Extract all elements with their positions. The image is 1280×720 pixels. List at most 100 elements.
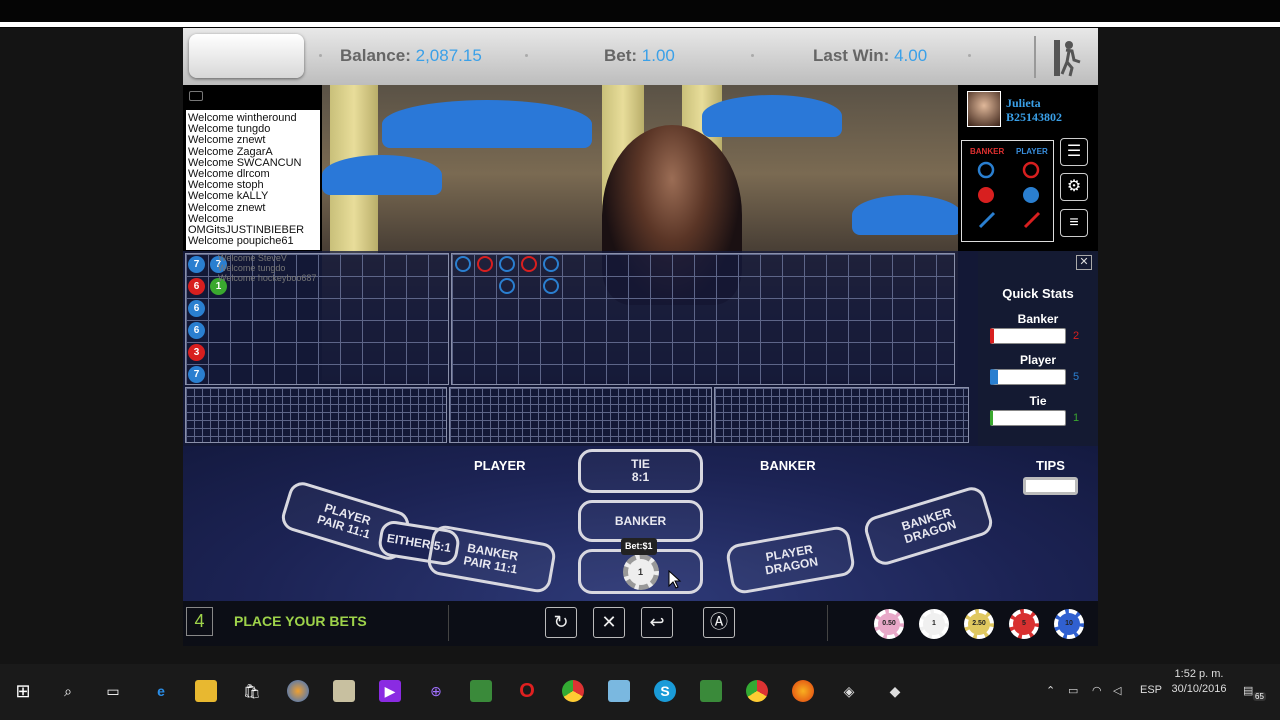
app-icon[interactable] — [333, 680, 355, 702]
wifi-icon[interactable]: ◠ — [1092, 684, 1102, 697]
undo-icon: ↩ — [649, 612, 665, 632]
player-stat-bar — [990, 369, 1066, 385]
app-icon[interactable]: ◆ — [884, 680, 906, 702]
repeat-bet-button[interactable]: ↻ — [545, 607, 577, 638]
close-button[interactable]: ✕ — [1076, 255, 1092, 270]
store-icon[interactable]: 🛍 — [241, 680, 263, 702]
roadmap-panel: 77616637 Welcome SteveV Welcome tungdo W… — [183, 251, 978, 446]
chip-5[interactable]: 5 — [1009, 609, 1039, 639]
chat-overflow: Welcome SteveV Welcome tungdo Welcome ho… — [218, 253, 316, 283]
edge-icon[interactable]: e — [150, 680, 172, 702]
casino-table — [852, 195, 958, 235]
clear-bet-button[interactable]: ✕ — [593, 607, 625, 638]
side-panel: Julieta B25143802 BANKER PLAYER ☰ ⚙ ≡ — [958, 85, 1098, 251]
bet-value: 1.00 — [641, 46, 675, 65]
last-win-value: 4.00 — [894, 46, 928, 65]
settings-button[interactable]: ⚙ — [1060, 173, 1088, 201]
banker-stat-label: Banker — [1017, 312, 1059, 326]
auto-play-icon: Ⓐ — [710, 612, 728, 632]
banker-stat-count: 2 — [1073, 330, 1080, 342]
player-dragon-spot[interactable]: PLAYER DRAGON — [724, 524, 857, 596]
chip-2.50[interactable]: 2.50 — [964, 609, 994, 639]
app-icon[interactable]: ▶ — [379, 680, 401, 702]
chrome-icon[interactable] — [562, 680, 584, 702]
divider-dot — [968, 54, 971, 57]
skype-icon[interactable]: S — [654, 680, 676, 702]
chat-panel: Welcome wintheround Welcome tungdo Welco… — [183, 85, 322, 251]
placed-chip: 1 — [622, 553, 659, 590]
player-bet-spot[interactable]: Bet:$1 1 — [578, 538, 703, 594]
language-indicator[interactable]: ESP — [1140, 684, 1162, 696]
lobby-button[interactable]: ≡ — [1060, 209, 1088, 237]
bead-road-result: 6 — [188, 300, 205, 317]
chip-10[interactable]: 10 — [1054, 609, 1084, 639]
close-icon: ✕ — [601, 612, 617, 632]
tie-stat-bar — [990, 410, 1066, 426]
bet-display: Bet: 1.00 — [604, 46, 675, 66]
app-icon[interactable] — [700, 680, 722, 702]
menu-button[interactable]: ☰ — [1060, 138, 1088, 166]
exit-button[interactable] — [1034, 36, 1088, 78]
task-view-icon[interactable]: ▭ — [102, 680, 124, 702]
player-stat-count: 5 — [1073, 371, 1080, 383]
big-eye-road — [185, 387, 447, 443]
casino-table — [382, 100, 592, 148]
opera-icon[interactable]: O — [516, 680, 538, 702]
quick-stats-panel: ✕ Quick Stats Banker 2 Player 5 Tie 1 — [978, 251, 1098, 446]
big-road-result — [455, 256, 471, 272]
last-win-display: Last Win: 4.00 — [813, 46, 927, 66]
legend-symbols — [977, 161, 1041, 229]
divider-dot — [751, 54, 754, 57]
chat-line: Welcome kALLY — [188, 190, 269, 203]
chat-faded-line: Welcome hockeyboo687 — [218, 273, 317, 283]
window-top-bar — [0, 0, 1280, 28]
tie-stat-label: Tie — [1029, 394, 1047, 408]
chip-stack-icon: ≡ — [1069, 214, 1079, 231]
road-legend: BANKER PLAYER — [961, 140, 1054, 242]
banker-heading: BANKER — [760, 458, 816, 473]
auto-bet-button[interactable]: Ⓐ — [703, 607, 735, 638]
file-explorer-icon[interactable] — [195, 680, 217, 702]
big-road-result — [521, 256, 537, 272]
windows-start-icon[interactable]: ⊞ — [12, 680, 34, 702]
big-road-result — [499, 278, 515, 294]
banker-stat-bar — [990, 328, 1066, 344]
banker-pair-spot[interactable]: BANKER PAIR 11:1 — [425, 523, 558, 595]
globe-icon[interactable]: ⊕ — [425, 680, 447, 702]
chrome-icon[interactable] — [746, 680, 768, 702]
undo-button[interactable]: ↩ — [641, 607, 673, 638]
betting-table: PLAYER BANKER TIPS TIE 8:1 BANKER Bet:$1… — [183, 446, 1098, 601]
app-icon[interactable]: ◈ — [838, 680, 860, 702]
banker-bet-spot[interactable]: BANKER — [578, 500, 703, 542]
notification-icon[interactable]: ▤ — [1243, 684, 1253, 697]
volume-icon[interactable]: ◁ — [1113, 684, 1121, 697]
bottom-bar: 4 PLACE YOUR BETS ↻ ✕ ↩ Ⓐ 0.50 1 2.50 5 10 — [183, 601, 1098, 646]
divider — [448, 605, 449, 641]
tips-button[interactable] — [1023, 477, 1078, 495]
app-icon[interactable] — [608, 680, 630, 702]
big-road-result — [543, 256, 559, 272]
app-icon[interactable] — [287, 680, 309, 702]
notification-count: 65 — [1253, 692, 1266, 701]
chat-icon[interactable] — [189, 91, 203, 101]
firefox-icon[interactable] — [792, 680, 814, 702]
divider-dot — [525, 54, 528, 57]
divider — [827, 605, 828, 641]
app-icon[interactable] — [470, 680, 492, 702]
user-id: B25143802 — [1006, 110, 1063, 124]
clock[interactable]: 1:52 p. m. 30/10/2016 — [1170, 667, 1228, 697]
game-window: Balance: 2,087.15 Bet: 1.00 Last Win: 4.… — [183, 28, 1098, 646]
bead-road-result: 7 — [188, 366, 205, 383]
search-icon[interactable]: ⌕ — [57, 680, 79, 702]
battery-icon[interactable]: ▭ — [1068, 684, 1078, 697]
logo-button[interactable] — [189, 34, 304, 78]
chat-line: Welcome znewt — [188, 134, 266, 147]
chip-0.50[interactable]: 0.50 — [874, 609, 904, 639]
status-text: PLACE YOUR BETS — [234, 613, 367, 629]
clock-date: 30/10/2016 — [1171, 683, 1227, 695]
chip-1[interactable]: 1 — [919, 609, 949, 639]
bet-tooltip: Bet:$1 — [621, 538, 657, 555]
tray-arrow-icon[interactable]: ⌃ — [1046, 684, 1055, 697]
banker-dragon-spot[interactable]: BANKER DRAGON — [861, 483, 996, 569]
tie-bet-spot[interactable]: TIE 8:1 — [578, 449, 703, 493]
